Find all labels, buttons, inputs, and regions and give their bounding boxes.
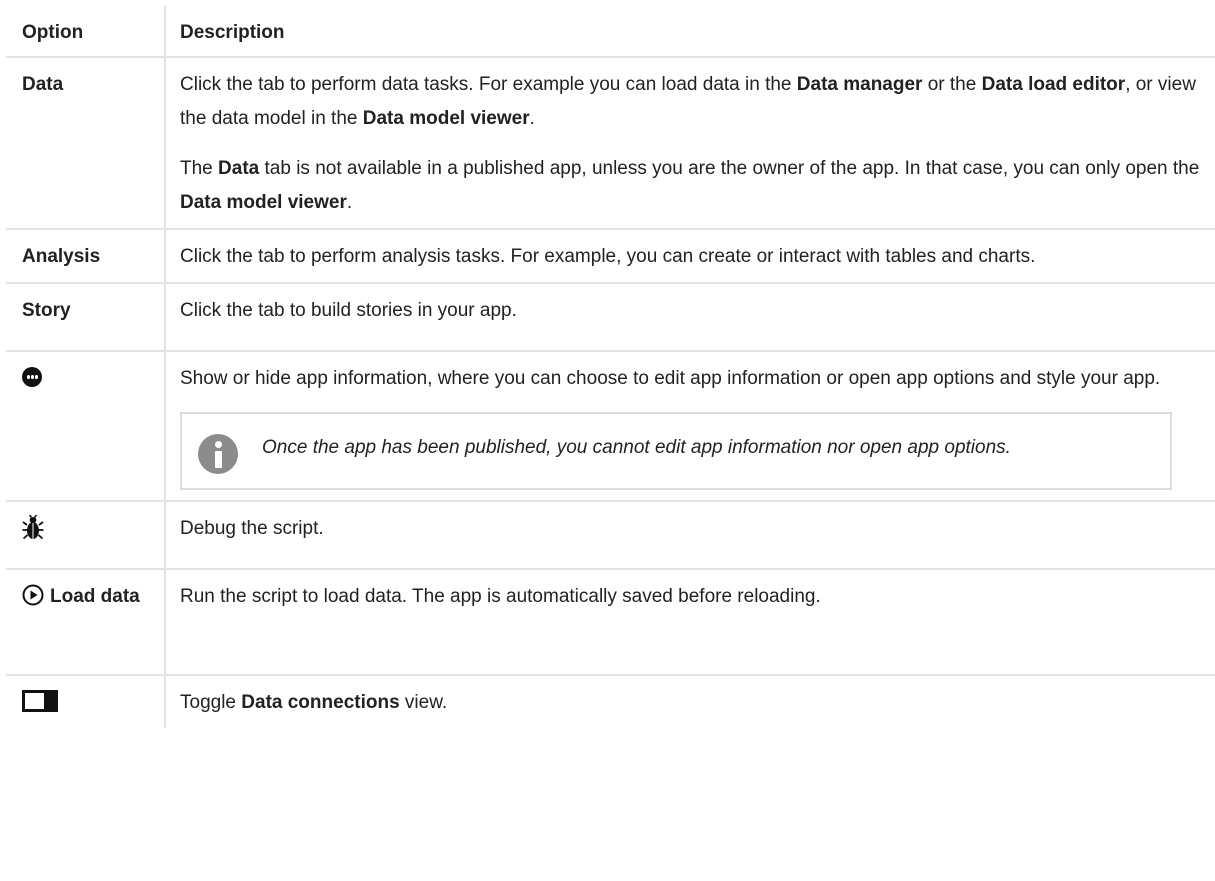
option-app-info — [6, 350, 166, 501]
description-paragraph: Show or hide app information, where you … — [180, 368, 1161, 389]
description-story: Click the tab to build stories in your a… — [165, 282, 1215, 351]
description-app-info: Show or hide app information, where you … — [165, 350, 1215, 501]
description-data: Click the tab to perform data tasks. For… — [165, 56, 1215, 229]
table-row: Load data Run the script to load data. T… — [6, 568, 1215, 675]
description-debug: Debug the script. — [165, 500, 1215, 569]
description-paragraph: The Data tab is not available in a publi… — [180, 152, 1207, 220]
header-option: Option — [6, 6, 166, 57]
description-load: Run the script to load data. The app is … — [165, 568, 1215, 675]
description-analysis: Click the tab to perform analysis tasks.… — [165, 228, 1215, 283]
option-toggle — [6, 674, 166, 728]
text-run: The — [180, 158, 219, 179]
panel-toggle-icon — [22, 689, 58, 712]
term-data-load-editor: Data load editor — [981, 74, 1126, 95]
text-run: tab is not available in a published app,… — [259, 158, 1200, 179]
info-icon — [198, 434, 238, 474]
play-circle-icon — [22, 584, 44, 606]
load-data-label: Load data — [50, 586, 140, 607]
table-row: Toggle Data connections view. — [6, 674, 1215, 728]
option-analysis: Analysis — [6, 228, 166, 283]
term-data-manager: Data manager — [796, 74, 923, 95]
description-paragraph: Click the tab to perform data tasks. For… — [180, 68, 1207, 136]
table-row: Show or hide app information, where you … — [6, 350, 1215, 501]
option-story: Story — [6, 282, 166, 351]
bug-icon — [22, 514, 44, 540]
text-run: . — [529, 108, 535, 129]
term-data: Data — [218, 158, 260, 179]
table-row: Analysis Click the tab to perform analys… — [6, 228, 1215, 283]
text-run: Toggle — [180, 692, 242, 713]
term-data-connections: Data connections — [241, 692, 400, 713]
option-load-data: Load data — [6, 568, 166, 675]
header-row: Option Description — [6, 6, 1215, 57]
option-data: Data — [6, 56, 166, 229]
text-run: or the — [922, 74, 982, 95]
table-row: Story Click the tab to build stories in … — [6, 282, 1215, 351]
note-box: Once the app has been published, you can… — [180, 412, 1172, 490]
options-table: Option Description Data Click the tab to… — [6, 6, 1215, 728]
text-run: Click the tab to perform data tasks. For… — [180, 74, 797, 95]
header-description: Description — [180, 22, 285, 43]
table-row: Data Click the tab to perform data tasks… — [6, 56, 1215, 229]
table-row: Debug the script. — [6, 500, 1215, 569]
text-run: . — [346, 192, 353, 213]
text-run: view. — [399, 692, 448, 713]
term-data-model-viewer: Data model viewer — [180, 192, 347, 213]
note-text: Once the app has been published, you can… — [262, 437, 1011, 458]
ellipsis-circle-icon — [22, 366, 42, 387]
description-toggle: Toggle Data connections view. — [165, 674, 1215, 728]
option-debug — [6, 500, 166, 569]
term-data-model-viewer: Data model viewer — [362, 108, 530, 129]
